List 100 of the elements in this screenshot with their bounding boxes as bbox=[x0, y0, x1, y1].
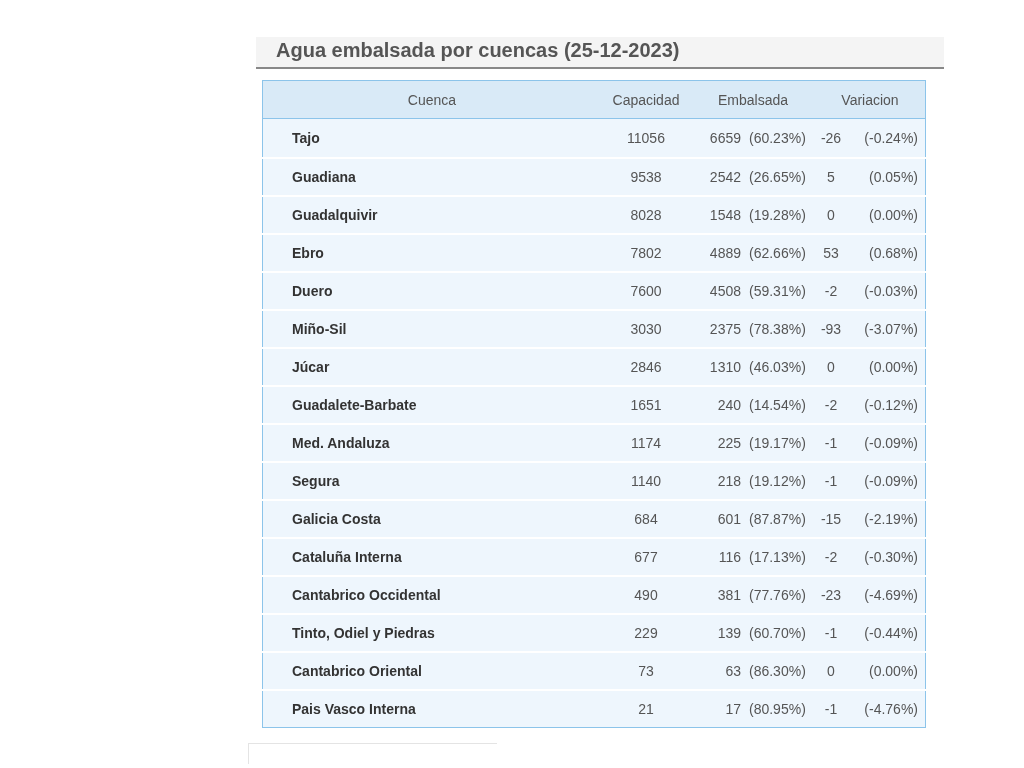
stored-cell: 4508 bbox=[709, 283, 741, 299]
column-header: Cuenca bbox=[262, 80, 601, 119]
capacity-cell: 684 bbox=[634, 511, 658, 527]
basin-name: Miño-Sil bbox=[292, 321, 347, 337]
capacity-cell: 1140 bbox=[630, 473, 662, 489]
variation-percent-cell: (-0.30%) bbox=[864, 549, 918, 565]
stored-percent-cell: (46.03%) bbox=[749, 359, 806, 375]
basin-name: Tinto, Odiel y Piedras bbox=[292, 625, 435, 641]
capacity-cell: 1174 bbox=[630, 435, 662, 451]
variation-cell: -2 bbox=[824, 283, 838, 299]
variation-percent-cell: (-0.09%) bbox=[864, 435, 918, 451]
capacity-cell: 7600 bbox=[630, 283, 662, 299]
variation-percent-cell: (0.00%) bbox=[868, 663, 918, 679]
variation-percent-cell: (-2.19%) bbox=[864, 511, 918, 527]
variation-cell: -2 bbox=[824, 549, 838, 565]
basin-name: Ebro bbox=[292, 245, 324, 261]
variation-cell: 0 bbox=[827, 663, 835, 679]
variation-cell: -2 bbox=[824, 397, 838, 413]
stored-cell: 63 bbox=[725, 663, 741, 679]
basin-name: Med. Andaluza bbox=[292, 435, 390, 451]
variation-cell: -26 bbox=[820, 130, 842, 146]
stored-cell: 4889 bbox=[709, 245, 741, 261]
capacity-cell: 677 bbox=[634, 549, 658, 565]
variation-cell: -93 bbox=[820, 321, 842, 337]
stored-percent-cell: (77.76%) bbox=[749, 587, 806, 603]
stored-percent-cell: (87.87%) bbox=[749, 511, 806, 527]
capacity-cell: 7802 bbox=[630, 245, 662, 261]
stored-percent-cell: (62.66%) bbox=[749, 245, 806, 261]
basin-name: Guadiana bbox=[292, 169, 356, 185]
stored-percent-cell: (19.28%) bbox=[749, 207, 806, 223]
basin-name: Duero bbox=[292, 283, 333, 299]
stored-cell: 2542 bbox=[709, 169, 741, 185]
stored-percent-cell: (86.30%) bbox=[749, 663, 806, 679]
capacity-cell: 2846 bbox=[630, 359, 662, 375]
stored-cell: 240 bbox=[717, 397, 741, 413]
variation-percent-cell: (0.00%) bbox=[868, 207, 918, 223]
stored-cell: 1548 bbox=[709, 207, 741, 223]
basin-name: Cantabrico Occidental bbox=[292, 587, 441, 603]
variation-cell: -1 bbox=[824, 435, 838, 451]
variation-cell: -1 bbox=[824, 473, 838, 489]
capacity-cell: 490 bbox=[634, 587, 658, 603]
stored-cell: 1310 bbox=[709, 359, 741, 375]
stored-percent-cell: (17.13%) bbox=[749, 549, 806, 565]
capacity-cell: 8028 bbox=[630, 207, 662, 223]
variation-percent-cell: (-0.44%) bbox=[864, 625, 918, 641]
basin-name: Júcar bbox=[292, 359, 330, 375]
variation-cell: -23 bbox=[820, 587, 842, 603]
basin-name: Cataluña Interna bbox=[292, 549, 402, 565]
capacity-cell: 3030 bbox=[630, 321, 662, 337]
variation-percent-cell: (-0.03%) bbox=[864, 283, 918, 299]
stored-percent-cell: (60.70%) bbox=[749, 625, 806, 641]
variation-cell: 53 bbox=[823, 245, 839, 261]
capacity-cell: 229 bbox=[634, 625, 658, 641]
variation-cell: 5 bbox=[827, 169, 835, 185]
capacity-cell: 21 bbox=[638, 701, 654, 717]
capacity-cell: 9538 bbox=[630, 169, 662, 185]
stored-percent-cell: (60.23%) bbox=[749, 130, 806, 146]
capacity-cell: 11056 bbox=[627, 130, 665, 146]
variation-percent-cell: (0.68%) bbox=[868, 245, 918, 261]
stored-cell: 225 bbox=[717, 435, 741, 451]
variation-cell: 0 bbox=[827, 207, 835, 223]
basin-name: Segura bbox=[292, 473, 340, 489]
stored-percent-cell: (14.54%) bbox=[749, 397, 806, 413]
variation-percent-cell: (-4.69%) bbox=[864, 587, 918, 603]
variation-percent-cell: (-0.09%) bbox=[864, 473, 918, 489]
basin-name: Galicia Costa bbox=[292, 511, 381, 527]
stored-percent-cell: (26.65%) bbox=[749, 169, 806, 185]
capacity-cell: 1651 bbox=[630, 397, 662, 413]
basin-name: Pais Vasco Interna bbox=[292, 701, 416, 717]
capacity-cell: 73 bbox=[638, 663, 654, 679]
variation-cell: -1 bbox=[824, 701, 838, 717]
stored-cell: 6659 bbox=[709, 130, 741, 146]
column-header: Variacion bbox=[815, 80, 926, 119]
stored-cell: 17 bbox=[725, 701, 741, 717]
stored-cell: 116 bbox=[718, 549, 741, 565]
stored-percent-cell: (19.17%) bbox=[749, 435, 806, 451]
variation-cell: -15 bbox=[820, 511, 842, 527]
stored-cell: 2375 bbox=[709, 321, 741, 337]
variation-cell: -1 bbox=[824, 625, 838, 641]
stored-cell: 601 bbox=[717, 511, 741, 527]
variation-percent-cell: (0.00%) bbox=[868, 359, 918, 375]
column-header: Capacidad bbox=[601, 80, 691, 119]
variation-percent-cell: (-0.12%) bbox=[864, 397, 918, 413]
stored-percent-cell: (78.38%) bbox=[749, 321, 806, 337]
basin-name: Tajo bbox=[292, 130, 320, 146]
basin-name: Guadalete-Barbate bbox=[292, 397, 417, 413]
stored-cell: 381 bbox=[717, 587, 741, 603]
variation-percent-cell: (-0.24%) bbox=[864, 130, 918, 146]
variation-percent-cell: (-3.07%) bbox=[864, 321, 918, 337]
stored-cell: 139 bbox=[717, 625, 741, 641]
section-title: Agua embalsada por cuencas (25-12-2023) bbox=[256, 37, 944, 69]
variation-cell: 0 bbox=[827, 359, 835, 375]
basin-name: Guadalquivir bbox=[292, 207, 378, 223]
column-header: Embalsada bbox=[691, 80, 815, 119]
stored-percent-cell: (59.31%) bbox=[749, 283, 806, 299]
stored-percent-cell: (19.12%) bbox=[749, 473, 806, 489]
variation-percent-cell: (-4.76%) bbox=[864, 701, 918, 717]
stored-percent-cell: (80.95%) bbox=[749, 701, 806, 717]
stored-cell: 218 bbox=[717, 473, 741, 489]
variation-percent-cell: (0.05%) bbox=[868, 169, 918, 185]
